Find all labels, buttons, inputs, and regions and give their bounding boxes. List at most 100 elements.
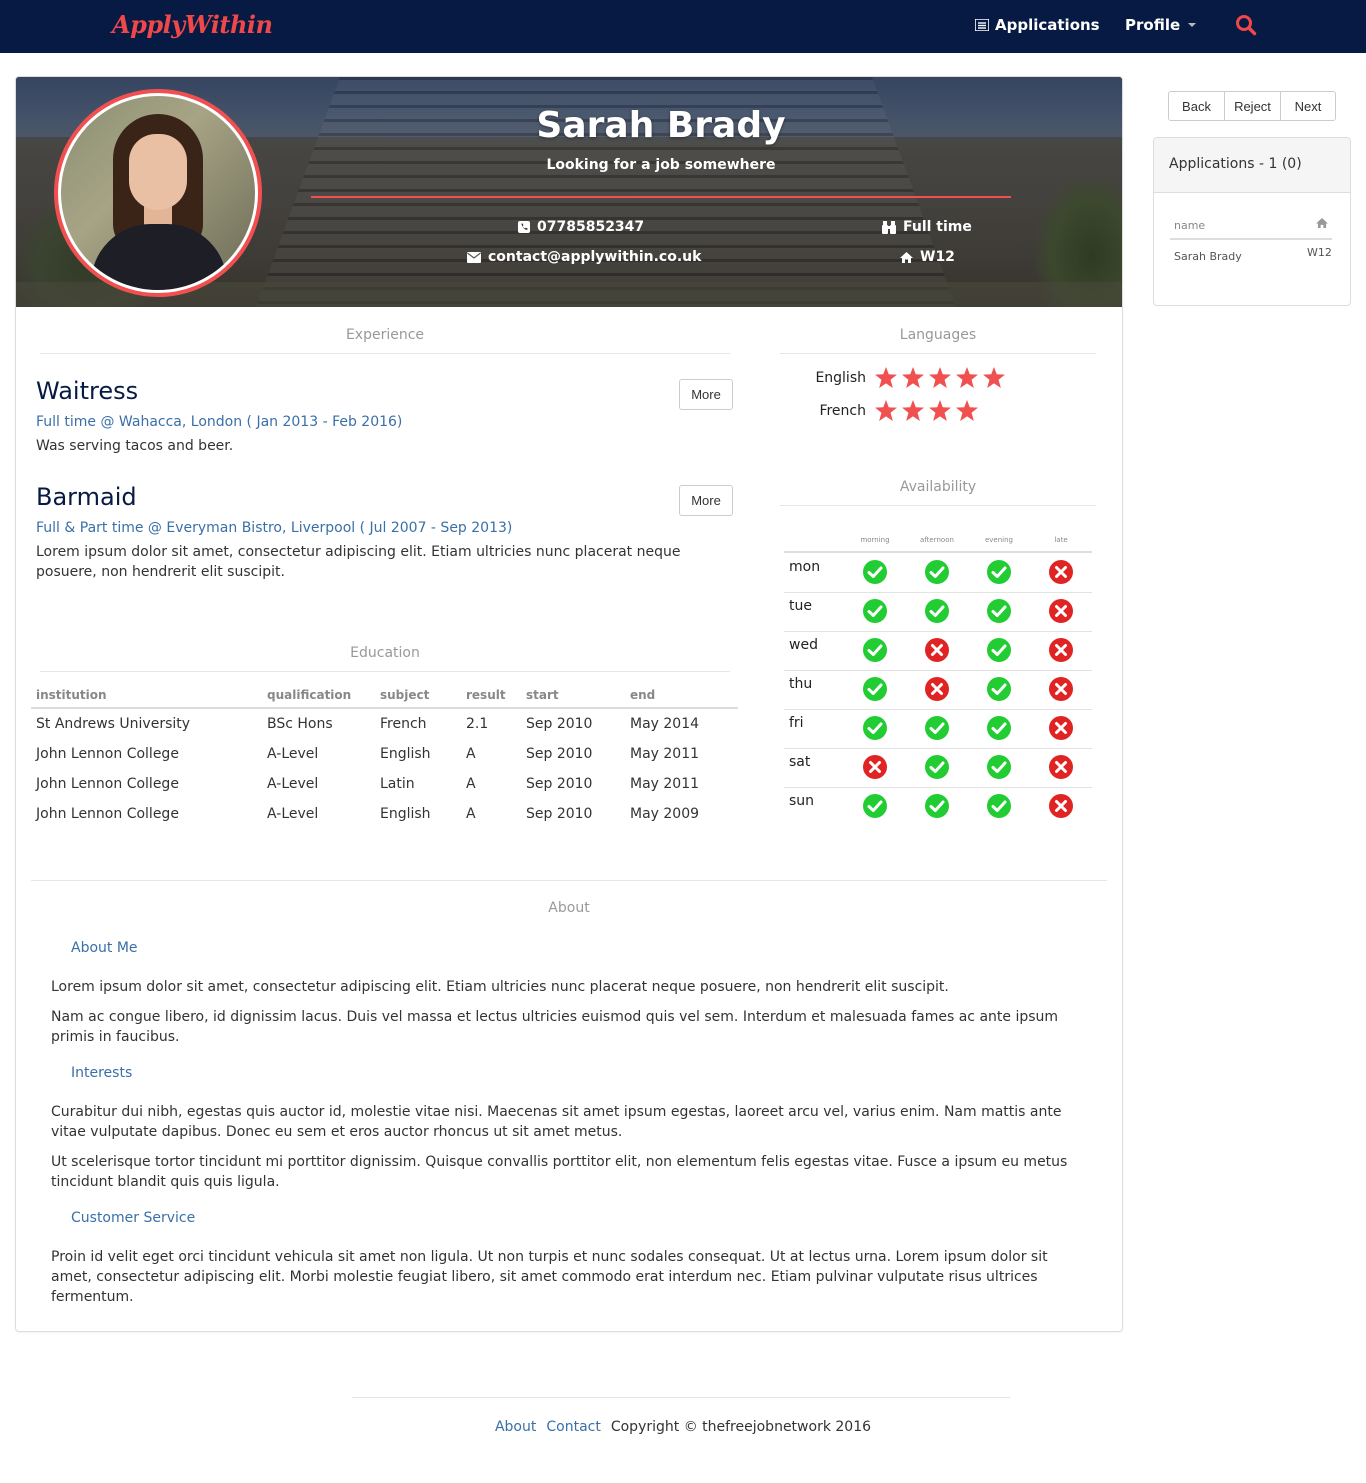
job-type: Full time [903, 219, 972, 235]
job-description: Was serving tacos and beer. [36, 438, 234, 454]
education-cell: Sep 2010 [526, 716, 593, 732]
education-cell: May 2014 [630, 716, 700, 732]
available-check-icon [863, 716, 887, 740]
candidate-name: Sarah Brady [536, 105, 786, 146]
available-check-icon [987, 794, 1011, 818]
education-col-end: end [630, 688, 656, 702]
application-row-name[interactable]: Sarah Brady [1174, 250, 1242, 263]
about-paragraph: Ut scelerisque tortor tincidunt mi portt… [51, 1154, 1068, 1190]
location-code: W12 [920, 249, 955, 265]
job-meta: Full & Part time @ Everyman Bistro, Live… [36, 520, 513, 536]
job-more-button[interactable]: More [679, 485, 733, 516]
navigation-button-group: Back Reject Next [1168, 91, 1336, 121]
unavailable-cross-icon [863, 755, 887, 779]
star-icon [875, 400, 897, 425]
unavailable-cross-icon [1049, 560, 1073, 584]
footer-about-link[interactable]: About [495, 1419, 536, 1435]
nav-applications-link[interactable]: Applications [975, 16, 1100, 34]
unavailable-cross-icon [1049, 599, 1073, 623]
availability-col-evening: evening [984, 536, 1014, 544]
education-cell: A-Level [267, 806, 319, 822]
available-check-icon [987, 638, 1011, 662]
customer-service-title: Customer Service [71, 1210, 196, 1226]
availability-header-rule [784, 551, 1092, 553]
availability-row-divider [784, 787, 1092, 788]
available-check-icon [863, 638, 887, 662]
phone-info: 07785852347 [518, 219, 644, 235]
availability-day: thu [789, 676, 813, 692]
nav-applications-label: Applications [995, 16, 1100, 34]
available-check-icon [987, 755, 1011, 779]
application-row-location: W12 [1307, 246, 1332, 259]
availability-heading: Availability [899, 479, 977, 495]
job-meta: Full time @ Wahacca, London ( Jan 2013 -… [36, 414, 403, 430]
applications-title: Applications - 1 (0) [1169, 156, 1302, 172]
available-check-icon [863, 794, 887, 818]
education-col-start: start [526, 688, 559, 702]
interests-title: Interests [71, 1065, 133, 1081]
about-paragraph: Curabitur dui nibh, egestas quis auctor … [51, 1104, 1062, 1140]
brand-logo[interactable]: ApplyWithin [112, 10, 273, 39]
back-button[interactable]: Back [1168, 91, 1225, 121]
education-cell: French [380, 716, 427, 732]
availability-day: tue [789, 598, 812, 614]
available-check-icon [987, 677, 1011, 701]
education-cell: Sep 2010 [526, 776, 593, 792]
applications-col-name: name [1174, 219, 1206, 232]
about-me-title: About Me [71, 940, 138, 956]
top-navbar: ApplyWithin Applications Profile [0, 0, 1366, 53]
availability-row-divider [784, 709, 1092, 710]
about-paragraph: Lorem ipsum dolor sit amet, consectetur … [51, 979, 949, 995]
email-info: contact@applywithin.co.uk [467, 249, 701, 265]
availability-row-divider [784, 670, 1092, 671]
available-check-icon [987, 560, 1011, 584]
language-rating [875, 367, 1005, 392]
avatar-photo [61, 96, 255, 290]
nav-profile-dropdown[interactable]: Profile [1125, 16, 1197, 34]
footer-divider [352, 1397, 1010, 1398]
languages-divider [780, 353, 1096, 354]
availability-row-divider [784, 592, 1092, 593]
education-cell: A [466, 776, 476, 792]
reject-button[interactable]: Reject [1224, 91, 1281, 121]
star-icon [902, 367, 924, 392]
star-icon [956, 367, 978, 392]
about-paragraph: Proin id velit eget orci tincidunt vehic… [51, 1249, 1048, 1305]
unavailable-cross-icon [1049, 794, 1073, 818]
available-check-icon [863, 560, 887, 584]
education-cell: A [466, 806, 476, 822]
applications-panel: Applications - 1 (0) name Sarah Brady W1… [1153, 137, 1351, 306]
next-button[interactable]: Next [1280, 91, 1336, 121]
education-cell: Sep 2010 [526, 806, 593, 822]
available-check-icon [925, 716, 949, 740]
education-cell: A [466, 746, 476, 762]
footer: About Contact Copyright © thefreejobnetwor… [0, 1419, 1366, 1435]
education-col-institution: institution [36, 688, 107, 702]
about-top-divider [31, 880, 1107, 881]
footer-contact-link[interactable]: Contact [546, 1419, 600, 1435]
unavailable-cross-icon [1049, 755, 1073, 779]
available-check-icon [925, 794, 949, 818]
envelope-icon [467, 251, 481, 263]
availability-day: sat [789, 754, 811, 770]
search-icon [1236, 15, 1257, 36]
phone-number: 07785852347 [537, 219, 645, 235]
location-info: W12 [900, 249, 955, 265]
job-more-button[interactable]: More [679, 379, 733, 410]
experience-heading: Experience [345, 327, 425, 343]
education-cell: A-Level [267, 776, 319, 792]
language-name: French [819, 403, 866, 419]
unavailable-cross-icon [925, 638, 949, 662]
available-check-icon [925, 755, 949, 779]
search-button[interactable] [1235, 14, 1257, 40]
education-cell: BSc Hons [267, 716, 333, 732]
experience-divider [40, 353, 730, 354]
available-check-icon [925, 560, 949, 584]
education-cell: May 2011 [630, 776, 700, 792]
education-divider [40, 671, 730, 672]
profile-hero-banner: Sarah Brady Looking for a job somewhere … [16, 77, 1122, 307]
about-heading: About [548, 900, 590, 916]
job-description: Lorem ipsum dolor sit amet, consectetur … [36, 544, 681, 580]
unavailable-cross-icon [1049, 638, 1073, 662]
star-icon [902, 400, 924, 425]
